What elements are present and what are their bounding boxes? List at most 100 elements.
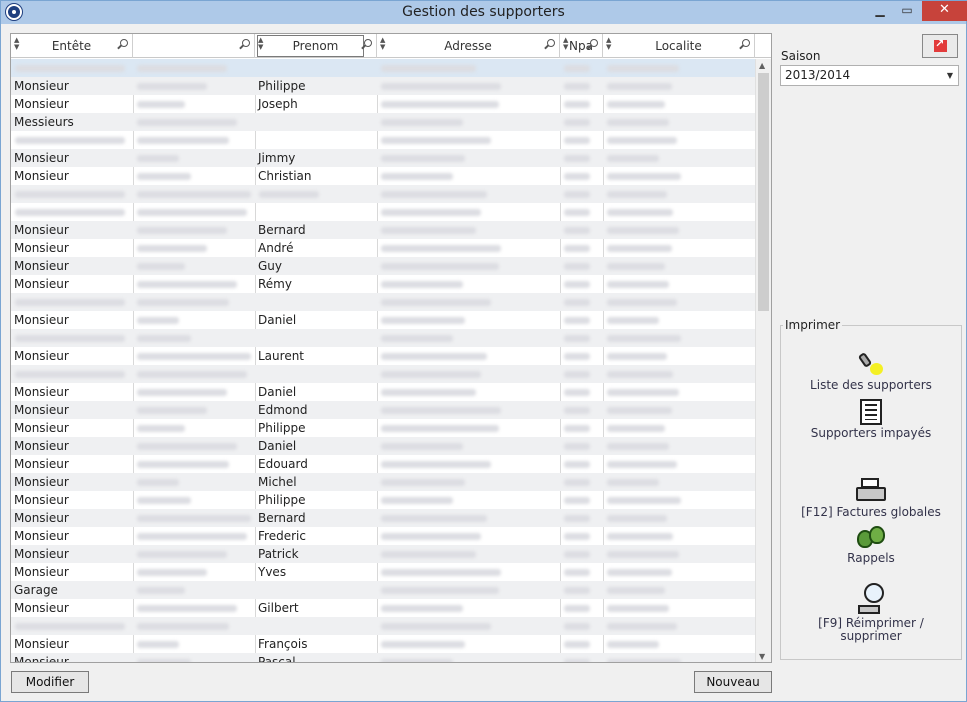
table-row[interactable]: Monsieur Pascal [11,653,755,663]
cell-entete: Monsieur [14,403,69,417]
table-row[interactable]: Monsieur Patrick [11,545,755,563]
maximize-button[interactable]: ▭ [894,1,920,21]
table-row[interactable]: Monsieur Bernard [11,509,755,527]
redacted-text [564,587,590,594]
sort-icon[interactable]: ▲ ▼ [563,37,568,51]
redacted-text [381,533,481,540]
table-row[interactable]: Monsieur Gilbert [11,599,755,617]
scroll-down-arrow-icon[interactable]: ▼ [759,652,765,661]
sort-icon[interactable]: ▲ ▼ [14,37,19,51]
col-adresse[interactable]: ▲ ▼ Adresse [377,34,560,58]
redacted-text [607,515,667,522]
cell-prenom: Philippe [258,493,306,507]
table-row[interactable]: Monsieur Philippe [11,419,755,437]
redacted-text [381,65,476,72]
cell-prenom: Patrick [258,547,299,561]
table-row[interactable]: Monsieur Bernard [11,221,755,239]
table-row[interactable]: Monsieur Edmond [11,401,755,419]
table-row[interactable]: Monsieur Joseph [11,95,755,113]
col-entete-label: Entête [51,39,92,53]
table-row[interactable] [11,329,755,347]
close-button[interactable]: ✕ [922,1,967,21]
table-row[interactable] [11,185,755,203]
table-row[interactable]: Monsieur Michel [11,473,755,491]
nouveau-button[interactable]: Nouveau [694,671,772,693]
redacted-text [137,407,207,414]
table-row[interactable]: Monsieur Daniel [11,383,755,401]
redacted-text [607,299,677,306]
saison-select[interactable]: 2013/2014 ▼ [780,65,959,86]
cell-prenom [255,293,377,311]
table-row[interactable] [11,59,755,77]
search-icon[interactable] [547,39,555,47]
table-row[interactable]: Monsieur Guy [11,257,755,275]
title-bar[interactable]: Gestion des supporters ▁ ▭ ✕ [1,1,967,24]
table-row[interactable]: Monsieur Yves [11,563,755,581]
export-arrow-icon [934,37,947,52]
table-row[interactable] [11,617,755,635]
redacted-text [564,137,590,144]
redacted-text [137,515,251,522]
table-row[interactable]: Monsieur Laurent [11,347,755,365]
table-row[interactable]: Monsieur Frederic [11,527,755,545]
redacted-text [607,425,665,432]
cell-entete: Monsieur [14,277,69,291]
search-icon[interactable] [242,39,250,47]
table-row[interactable] [11,131,755,149]
col-prenom[interactable]: ▲ ▼ Prenom [255,34,377,58]
col-nom[interactable] [133,34,364,58]
scroll-up-arrow-icon[interactable]: ▲ [759,61,765,70]
supporters-impayes-action[interactable]: Supporters impayés [791,399,951,440]
chevron-down-icon[interactable]: ▼ [947,66,953,85]
cell-entete: Monsieur [14,385,69,399]
redacted-text [381,155,465,162]
table-row[interactable]: Monsieur André [11,239,755,257]
table-row[interactable]: Monsieur Philippe [11,491,755,509]
table-row[interactable]: Monsieur Edouard [11,455,755,473]
sort-icon[interactable]: ▲ ▼ [606,37,611,51]
redacted-text [137,137,229,144]
table-row[interactable]: Monsieur Jimmy [11,149,755,167]
col-localite[interactable]: ▲ ▼ Localite [603,34,755,58]
liste-supporters-action[interactable]: Liste des supporters [791,351,951,392]
table-row[interactable]: Monsieur Philippe [11,77,755,95]
col-entete[interactable]: ▲ ▼ Entête [11,34,133,58]
rappels-action[interactable]: Rappels [791,526,951,565]
table-row[interactable]: Monsieur Rémy [11,275,755,293]
table-row[interactable] [11,293,755,311]
reimprimer-action[interactable]: [F9] Réimprimer / supprimer [791,583,951,643]
export-button[interactable] [922,34,958,58]
table-row[interactable]: Monsieur Daniel [11,437,755,455]
redacted-text [137,281,237,288]
table-row[interactable]: Garage [11,581,755,599]
vertical-scrollbar[interactable]: ▲ ▼ [755,59,771,662]
redacted-text [381,569,501,576]
minimize-button[interactable]: ▁ [867,1,893,21]
search-icon[interactable] [120,39,128,47]
cell-prenom: Yves [258,565,287,579]
col-npa[interactable]: ▲ ▼ Npa [560,34,603,58]
redacted-text [137,353,251,360]
table-row[interactable] [11,365,755,383]
search-icon[interactable] [742,39,750,47]
table-row[interactable] [11,203,755,221]
redacted-text [607,209,673,216]
redacted-text [381,281,463,288]
table-row[interactable]: Messieurs [11,113,755,131]
redacted-text [564,353,590,360]
factures-globales-action[interactable]: [F12] Factures globales [791,478,951,519]
table-row[interactable]: Monsieur Christian [11,167,755,185]
table-row[interactable]: Monsieur Daniel [11,311,755,329]
sort-icon[interactable]: ▲ ▼ [380,37,385,51]
search-icon[interactable] [590,39,598,47]
table-row[interactable]: Monsieur François [11,635,755,653]
search-icon[interactable] [364,39,372,47]
cell-entete: Monsieur [14,259,69,273]
cell-prenom: Laurent [258,349,305,363]
redacted-text [15,623,125,630]
cell-entete: Monsieur [14,655,69,663]
sort-icon[interactable]: ▲ ▼ [258,37,263,51]
modifier-button[interactable]: Modifier [11,671,89,693]
redacted-text [607,335,681,342]
scrollbar-thumb[interactable] [758,73,769,311]
